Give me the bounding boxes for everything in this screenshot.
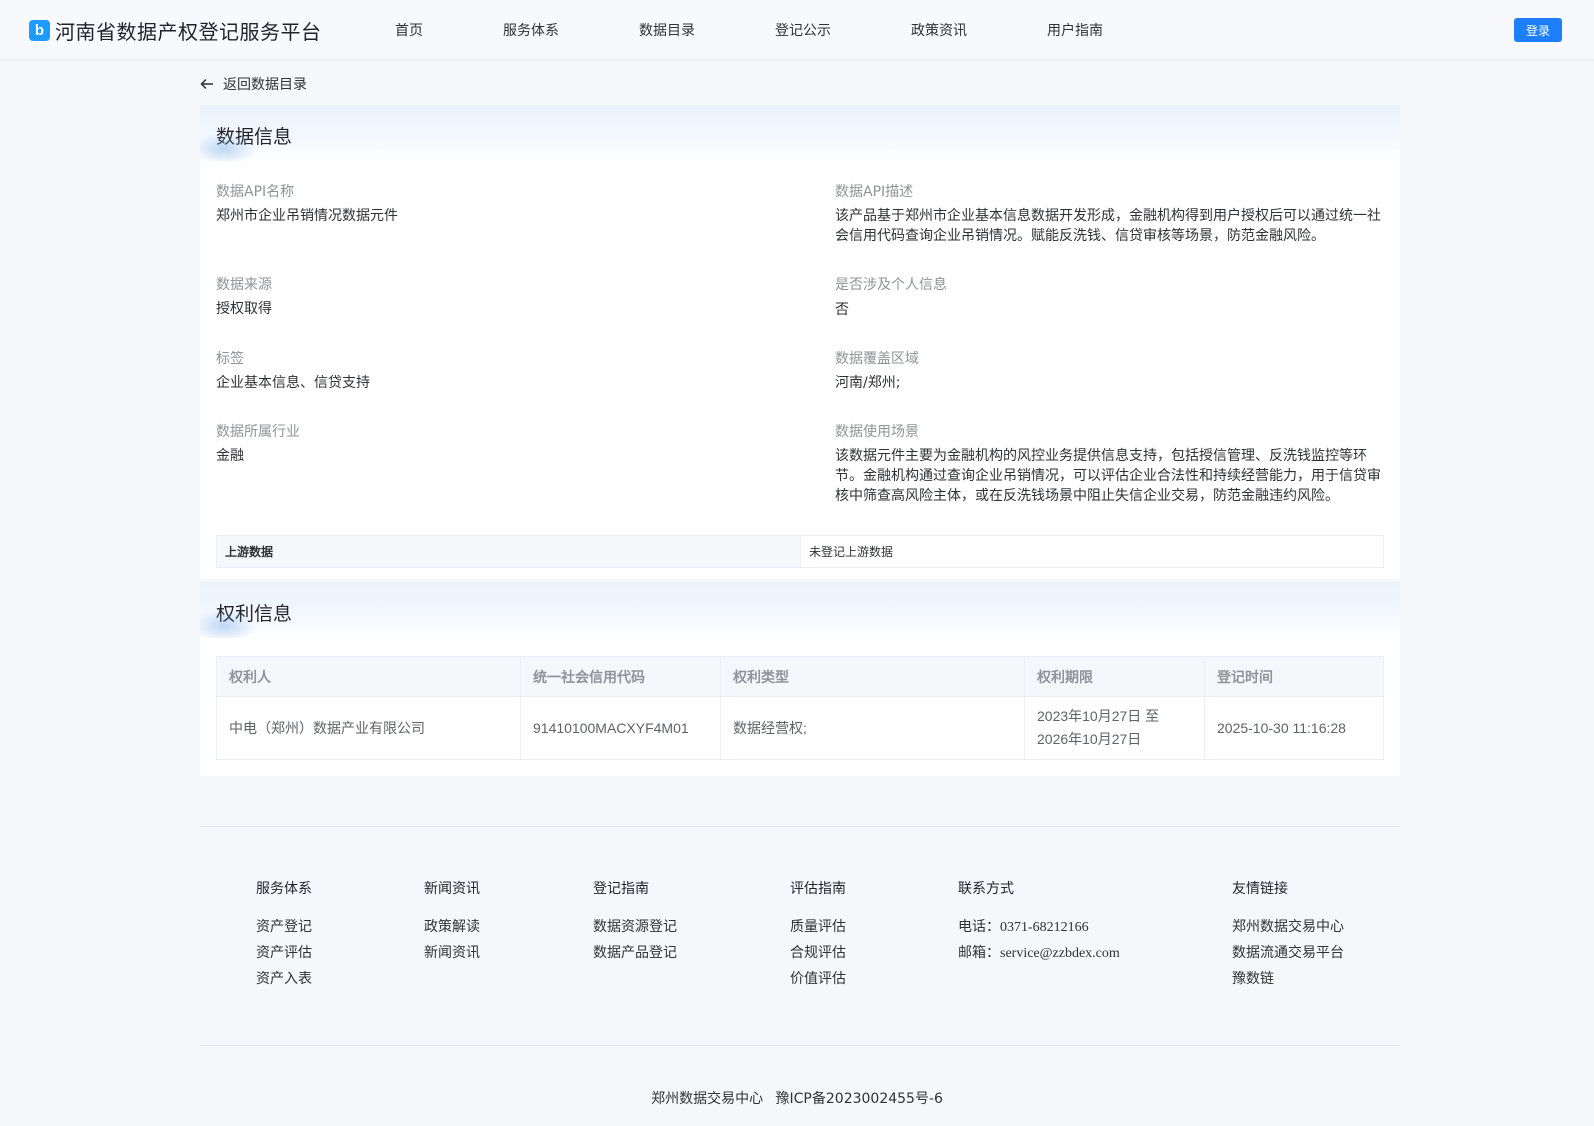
- footer-heading: 登记指南: [593, 881, 649, 897]
- footer-divider-top: [200, 826, 1400, 827]
- nav-user-guide[interactable]: 用户指南: [1047, 20, 1103, 40]
- footer-link[interactable]: 政策解读: [424, 916, 480, 942]
- site-title: 河南省数据产权登记服务平台: [55, 20, 322, 44]
- arrow-left-icon: [200, 78, 213, 90]
- rights-table: 权利人 统一社会信用代码 权利类型 权利期限 登记时间 中电（郑州）数据产业有限…: [216, 656, 1384, 760]
- nav-home[interactable]: 首页: [395, 20, 423, 40]
- credit-code-cell: 91410100MACXYF4M01: [520, 696, 721, 760]
- footer-link[interactable]: 豫数链: [1232, 968, 1344, 994]
- footer-col-news: 新闻资讯 政策解读 新闻资讯: [424, 878, 480, 968]
- industry-label: 数据所属行业: [216, 424, 300, 440]
- rights-info-card: 权利信息 权利人 统一社会信用代码 权利类型 权利期限 登记时间 中电（郑州）数…: [200, 582, 1400, 776]
- col-right-type: 权利类型: [720, 656, 1025, 697]
- period-cell: 2023年10月27日 至 2026年10月27日: [1024, 696, 1205, 760]
- data-info-title: 数据信息: [216, 126, 293, 148]
- footer-col-services: 服务体系 资产登记 资产评估 资产入表: [256, 878, 312, 994]
- login-button[interactable]: 登录: [1514, 18, 1562, 42]
- rights-info-header: 权利信息: [200, 582, 1400, 640]
- footer-col-friendly-links: 友情链接 郑州数据交易中心 数据流通交易平台 豫数链: [1232, 878, 1344, 994]
- footer-heading: 评估指南: [790, 881, 846, 897]
- api-desc-label: 数据API描述: [835, 184, 914, 200]
- footer-link[interactable]: 数据资源登记: [593, 916, 677, 942]
- nav-announcements[interactable]: 登记公示: [775, 20, 831, 40]
- holder-cell: 中电（郑州）数据产业有限公司: [216, 696, 521, 760]
- footer-heading: 服务体系: [256, 881, 312, 897]
- copyright-bar: 郑州数据交易中心 豫ICP备2023002455号-6: [0, 1088, 1594, 1108]
- nav-policy[interactable]: 政策资讯: [911, 20, 967, 40]
- logo-icon: b: [29, 20, 50, 41]
- footer-link[interactable]: 新闻资讯: [424, 942, 480, 968]
- footer-heading: 新闻资讯: [424, 881, 480, 897]
- footer-heading: 友情链接: [1232, 881, 1288, 897]
- right-type-cell: 数据经营权;: [720, 696, 1025, 760]
- footer-link[interactable]: 数据产品登记: [593, 942, 677, 968]
- api-desc-value: 该产品基于郑州市企业基本信息数据开发形成，金融机构得到用户授权后可以通过统一社 …: [835, 208, 1381, 244]
- footer-divider-bottom: [200, 1045, 1400, 1046]
- footer-link[interactable]: 资产登记: [256, 916, 312, 942]
- table-header-row: 权利人 统一社会信用代码 权利类型 权利期限 登记时间: [216, 656, 1384, 697]
- top-header: b 河南省数据产权登记服务平台 首页 服务体系 数据目录 登记公示 政策资讯 用…: [0, 0, 1594, 60]
- footer-link[interactable]: 合规评估: [790, 942, 846, 968]
- region-label: 数据覆盖区域: [835, 351, 919, 367]
- footer-link[interactable]: 郑州数据交易中心: [1232, 916, 1344, 942]
- col-register-time: 登记时间: [1204, 656, 1384, 697]
- upstream-data-value: 未登记上游数据: [809, 545, 894, 559]
- table-row: 中电（郑州）数据产业有限公司 91410100MACXYF4M01 数据经营权;…: [216, 696, 1384, 760]
- footer-col-register-guide: 登记指南 数据资源登记 数据产品登记: [593, 878, 677, 968]
- footer-link[interactable]: 价值评估: [790, 968, 846, 994]
- source-label: 数据来源: [216, 277, 272, 293]
- back-label: 返回数据目录: [223, 77, 307, 93]
- api-name-label: 数据API名称: [216, 184, 295, 200]
- contact-phone: 电话：0371-68212166: [958, 920, 1089, 935]
- footer-link[interactable]: 质量评估: [790, 916, 846, 942]
- upstream-data-label: 上游数据: [217, 536, 801, 567]
- rights-info-title: 权利信息: [216, 603, 293, 625]
- contact-email[interactable]: 邮箱：service@zzbdex.com: [958, 942, 1120, 968]
- footer-heading: 联系方式: [958, 881, 1014, 897]
- nav-catalog[interactable]: 数据目录: [639, 20, 695, 40]
- back-to-catalog-link[interactable]: 返回数据目录: [200, 74, 307, 94]
- tags-label: 标签: [216, 351, 244, 367]
- upstream-data-row: 上游数据 未登记上游数据: [216, 535, 1384, 568]
- footer-link[interactable]: 数据流通交易平台: [1232, 942, 1344, 968]
- data-info-header: 数据信息: [200, 105, 1400, 163]
- industry-value: 金融: [216, 448, 244, 464]
- personal-info-value: 否: [835, 302, 849, 318]
- col-period: 权利期限: [1024, 656, 1205, 697]
- register-time-cell: 2025-10-30 11:16:28: [1204, 696, 1384, 760]
- tags-value: 企业基本信息、信贷支持: [216, 375, 370, 391]
- api-name-value: 郑州市企业吊销情况数据元件: [216, 208, 398, 224]
- site-logo[interactable]: b 河南省数据产权登记服务平台: [29, 16, 322, 45]
- footer-col-contact: 联系方式 电话：0371-68212166 邮箱：service@zzbdex.…: [958, 878, 1120, 968]
- footer-link[interactable]: 资产入表: [256, 968, 312, 994]
- col-holder: 权利人: [216, 656, 521, 697]
- footer-link[interactable]: 资产评估: [256, 942, 312, 968]
- data-info-card: 数据信息 数据API名称 郑州市企业吊销情况数据元件 数据API描述 该产品基于…: [200, 105, 1400, 579]
- footer-col-evaluation-guide: 评估指南 质量评估 合规评估 价值评估: [790, 878, 846, 994]
- scenario-value: 该数据元件主要为金融机构的风控业务提供信息支持，包括授信管理、反洗钱监控等环 节…: [835, 448, 1381, 504]
- personal-info-label: 是否涉及个人信息: [835, 277, 947, 293]
- scenario-label: 数据使用场景: [835, 424, 919, 440]
- col-credit-code: 统一社会信用代码: [520, 656, 721, 697]
- region-value: 河南/郑州;: [835, 375, 901, 391]
- icp-number[interactable]: 豫ICP备2023002455号-6: [776, 1091, 943, 1107]
- nav-services[interactable]: 服务体系: [503, 20, 559, 40]
- footer-org: 郑州数据交易中心: [651, 1091, 764, 1107]
- source-value: 授权取得: [216, 301, 272, 317]
